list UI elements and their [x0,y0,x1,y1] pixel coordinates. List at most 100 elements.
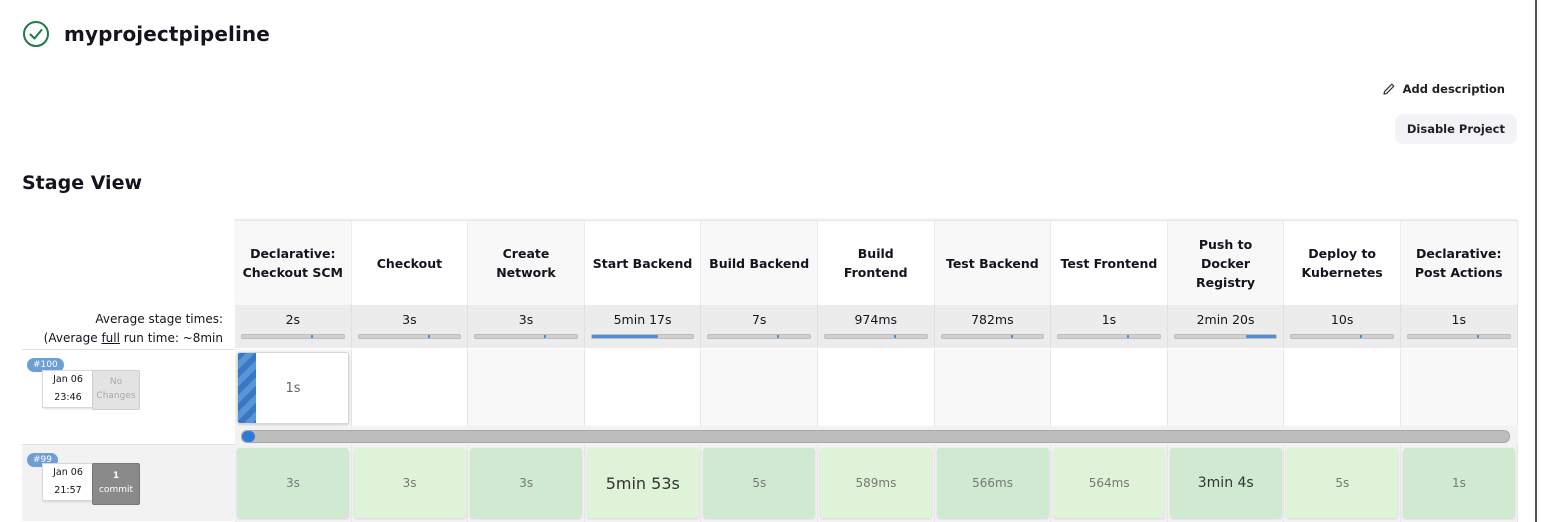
stage-header-row: Declarative: Checkout SCM Checkout Creat… [235,220,1518,305]
avg-time-value: 3s [518,312,534,327]
build-date-box: Jan 06 23:46 [42,370,94,408]
build-date-box: Jan 06 21:57 [42,463,94,501]
avg-time-value: 10s [1330,312,1354,327]
avg-time-cell: 10s [1284,304,1401,348]
avg-time-cell: 2min 20s [1168,304,1285,348]
avg-time-value: 1s [1101,312,1117,327]
avg-time-value: 974ms [854,312,898,327]
avg-time-value: 3s [402,312,417,327]
avg-time-value: 2s [285,312,301,327]
commit-count: 1 [112,471,120,481]
stage-header-create-network: Create Network [468,221,585,305]
full-run-time-link[interactable]: full [101,331,120,345]
running-stage-time: 1s [285,380,301,396]
stage-cell-empty [1284,349,1401,426]
stage-cell-empty [701,349,818,426]
avg-time-bar [823,334,928,339]
success-stage-cell[interactable]: 3s [470,448,583,518]
stage-cell-empty [1400,349,1518,426]
stage-cell[interactable]: 5min 53s [585,445,702,522]
avg-time-cell: 1s [1051,304,1168,348]
stage-header-build-frontend: Build Frontend [817,221,935,305]
success-stage-cell[interactable]: 564ms [1053,448,1166,518]
success-stage-cell[interactable]: 1s [1402,448,1515,518]
stage-header-checkout: Checkout [351,221,469,305]
avg-time-value: 5min 17s [613,312,672,327]
stage-cell[interactable]: 5s [701,445,818,522]
stage-cell[interactable]: 564ms [1051,445,1168,522]
stage-cell[interactable]: 589ms [818,445,935,522]
stage-cell[interactable]: 3min 4s [1168,445,1285,522]
success-stage-cell[interactable]: 5min 53s [586,448,699,518]
build-row-99-info: #99 Jan 06 21:57 1 commit [22,444,235,521]
avg-time-bar [1057,334,1161,339]
avg-time-cell: 5min 17s [585,304,702,348]
success-check-icon [23,21,49,47]
average-stage-times-text: Average stage times: [95,312,223,326]
stage-header-build-backend: Build Backend [701,221,818,305]
avg-time-cell: 2s [235,304,352,348]
build-row-99: 3s 3s 3s 5min 53s 5s 589ms 566ms 564ms 3… [235,445,1518,522]
no-changes-badge[interactable]: No Changes [92,370,140,410]
stage-header-test-frontend: Test Frontend [1051,221,1168,305]
avg-time-cell: 7s [701,304,818,348]
stage-cell-empty [352,349,469,426]
build-progress-fill [242,431,255,442]
page-title: myprojectpipeline [64,22,270,46]
avg-time-cell: 3s [468,304,585,348]
avg-time-bar [940,334,1045,339]
build-date: Jan 06 [53,374,83,385]
stage-cell-empty [1167,349,1285,426]
avg-time-bar [1290,334,1394,339]
avg-time-value: 7s [751,312,767,327]
build-date: Jan 06 [53,467,83,478]
stage-view-title: Stage View [22,172,143,194]
stage-cell-empty [818,349,935,426]
stage-cell-empty [1051,349,1168,426]
success-stage-cell[interactable]: 3min 4s [1169,448,1282,518]
add-description-link[interactable]: Add description [1382,82,1505,96]
stage-header-deploy-kubernetes: Deploy to Kubernetes [1284,221,1401,305]
success-stage-cell[interactable]: 3s [353,448,466,518]
add-description-label: Add description [1402,82,1505,96]
avg-time-value: 782ms [971,312,1014,327]
success-stage-cell[interactable]: 5s [703,448,816,518]
stage-cell[interactable]: 1s [1401,445,1518,522]
avg-time-bar [707,334,811,339]
avg-time-cell: 3s [352,304,469,348]
build-progress-row [235,426,1518,445]
stage-cell-empty [468,349,585,426]
stage-cell[interactable]: 3s [468,445,585,522]
stage-header-test-backend: Test Backend [934,221,1052,305]
stage-results-grid: 1s 3s 3s 3s 5min 53s 5s 589ms 566ms 564m… [235,349,1518,522]
commit-changes-badge[interactable]: 1 commit [92,463,140,505]
build-row-100: 1s [235,349,1518,426]
avg-time-bar [241,334,345,339]
running-stage-cell[interactable]: 1s [237,352,349,424]
avg-time-value: 2min 20s [1196,312,1255,327]
disable-project-button[interactable]: Disable Project [1394,114,1517,144]
stage-cell[interactable]: 3s [352,445,469,522]
average-times-row: 2s 3s 3s 5min 17s 7s 974ms 782ms 1s 2min… [235,304,1518,348]
stage-cell[interactable]: 1s [235,349,352,426]
stage-cell[interactable]: 3s [235,445,352,522]
window-edge [1535,0,1537,522]
build-row-100-info: #100 Jan 06 23:46 No Changes [22,349,235,444]
stage-cell[interactable]: 566ms [935,445,1052,522]
stage-view-table: Declarative: Checkout SCM Checkout Creat… [235,220,1518,348]
build-history-column: #100 Jan 06 23:46 No Changes #99 Jan 06 … [22,349,235,521]
commit-label: commit [98,485,134,495]
avg-time-bar [1406,334,1511,339]
stage-header-push-docker: Push to Docker Registry [1167,221,1285,305]
success-stage-cell[interactable]: 589ms [819,448,932,518]
success-stage-cell[interactable]: 3s [237,448,349,518]
avg-time-value: 1s [1451,312,1466,327]
success-stage-cell[interactable]: 566ms [936,448,1049,518]
avg-time-cell: 1s [1401,304,1518,348]
success-stage-cell[interactable]: 5s [1286,448,1399,518]
stage-header-post-actions: Declarative: Post Actions [1400,221,1518,305]
stage-cell[interactable]: 5s [1284,445,1401,522]
avg-time-bar [357,334,462,339]
running-indicator [238,353,256,423]
avg-time-cell: 974ms [818,304,935,348]
